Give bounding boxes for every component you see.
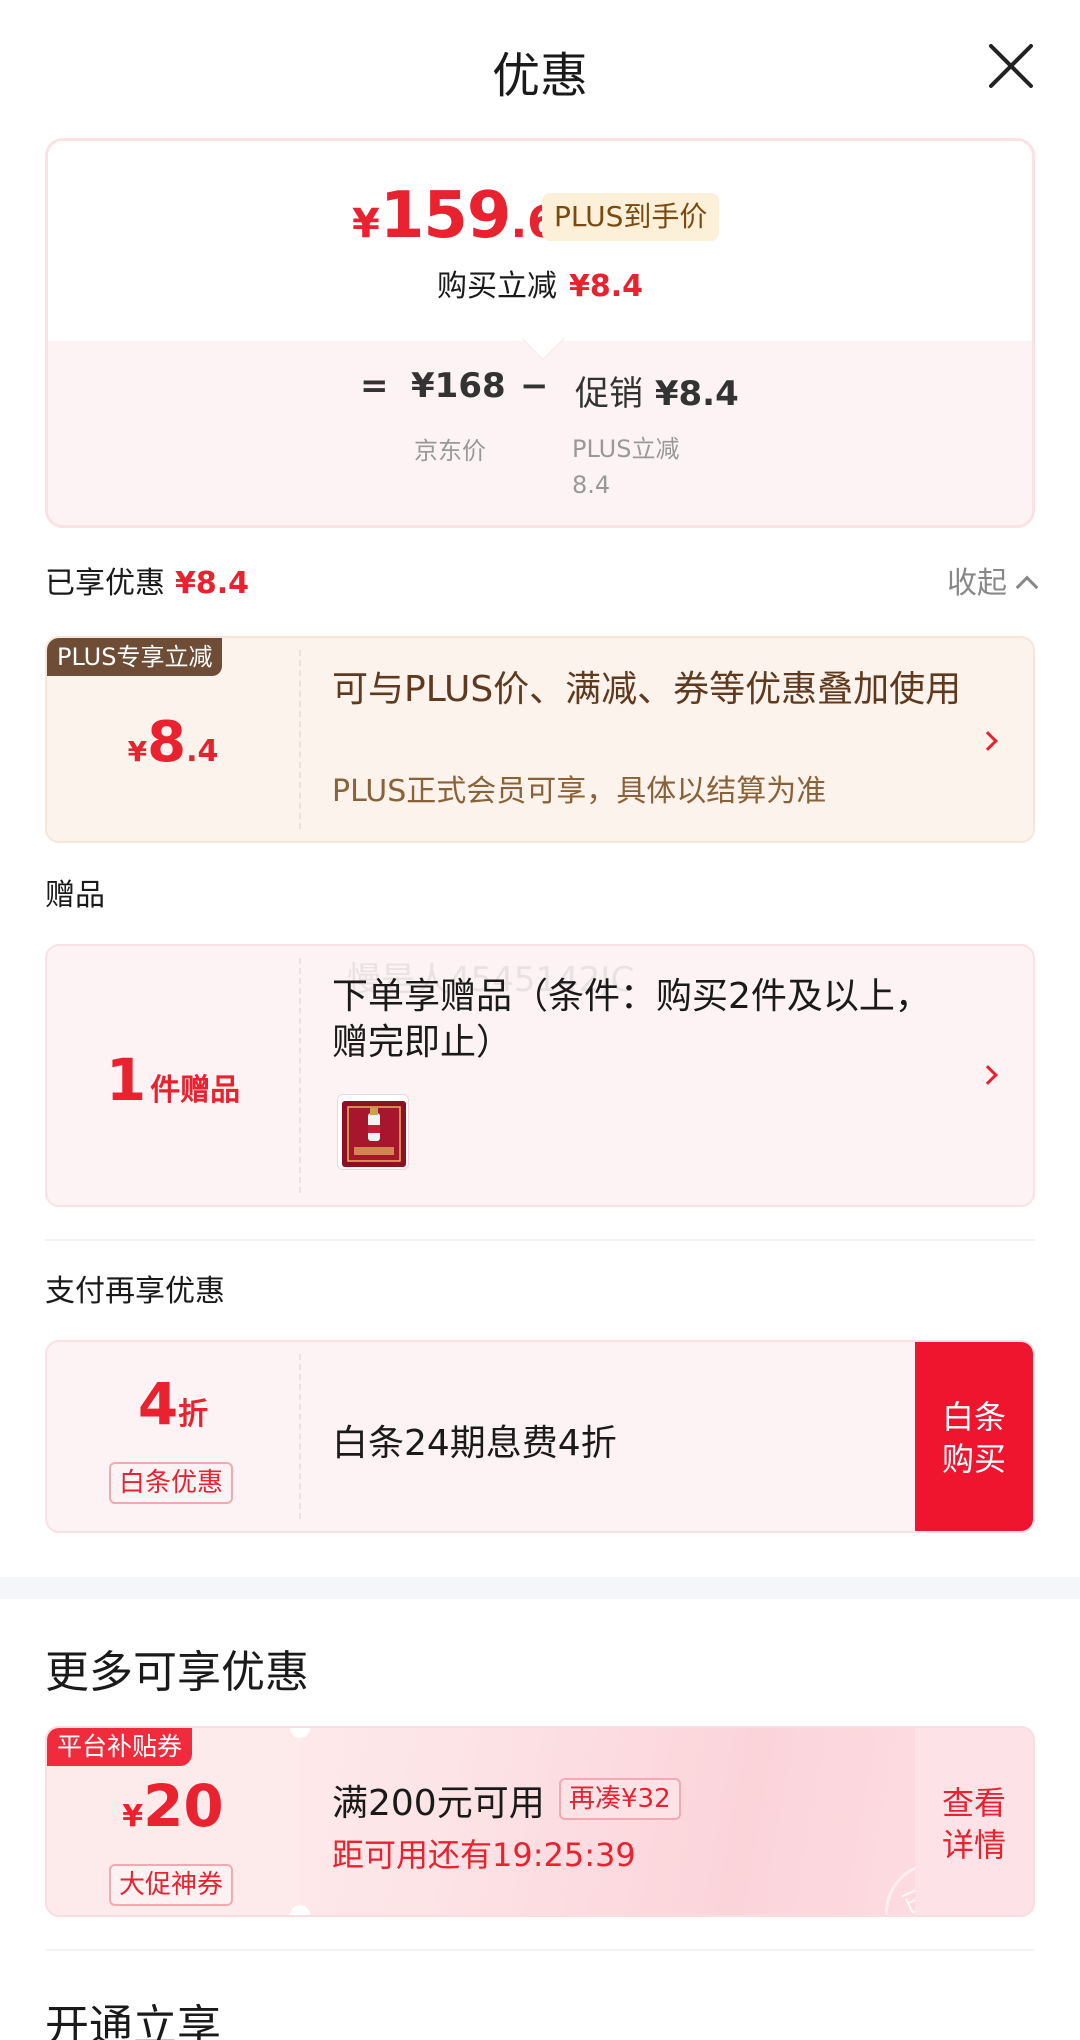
- enjoyed-amount: ¥8.4: [175, 566, 250, 601]
- final-price-integer: 159: [379, 179, 512, 253]
- platform-subsidy-coupon[interactable]: 平台补贴券 ¥20 大促神券 满200元可用 再凑¥32 距可用还有19:25:…: [45, 1726, 1035, 1917]
- section-separator-band: [0, 1577, 1080, 1599]
- final-price: ¥159.6: [352, 179, 558, 253]
- platform-amount-value: 20: [143, 1772, 224, 1840]
- baitiao-discount-number: 4: [137, 1370, 179, 1438]
- enjoyed-label-text: 已享优惠: [45, 566, 165, 601]
- platform-coupon-condition: 满200元可用: [332, 1783, 545, 1824]
- close-button[interactable]: [985, 40, 1037, 92]
- reduce-label: 购买立减: [436, 269, 557, 304]
- view-details-line2: 详情: [941, 1826, 1006, 1864]
- final-price-currency: ¥: [352, 201, 380, 247]
- promo-sub-value: 8.4: [572, 471, 611, 499]
- promo-sub-label: PLUS立减: [572, 435, 680, 463]
- open-membership-title: 开通立享: [45, 2001, 221, 2040]
- promo-sub-label-group: PLUS立减 8.4: [572, 431, 679, 503]
- chevron-right-icon: [978, 1065, 998, 1085]
- plus-discount-coupon[interactable]: PLUS专享立减 ¥8.4 可与PLUS价、满减、券等优惠叠加使用 PLUS正式…: [45, 636, 1035, 843]
- plus-discount-amount: ¥8.4: [47, 710, 299, 775]
- enjoyed-discounts-row: 已享优惠 ¥8.4 收起: [45, 558, 1039, 602]
- coupon-divider: [299, 958, 301, 1193]
- promo-label: 促销: [575, 374, 643, 414]
- plus-coupon-description: 可与PLUS价、满减、券等优惠叠加使用: [332, 669, 962, 710]
- promo-amount-group: 促销 ¥8.4: [575, 366, 739, 415]
- section-divider: [45, 1239, 1035, 1241]
- platform-coupon-countdown: 距可用还有19:25:39: [332, 1836, 636, 1874]
- more-discounts-title: 更多可享优惠: [45, 1647, 309, 1698]
- gift-description: 下单享赠品（条件：购买2件及以上，赠完即止）: [332, 976, 931, 1063]
- plus-amount-decimal: .4: [186, 734, 219, 769]
- gift-box-image: [342, 1101, 406, 1167]
- gift-count: 1 件赠品: [47, 1046, 299, 1114]
- coupon-divider: [299, 1354, 301, 1519]
- price-summary-card: ¥159.6 PLUS到手价 购买立减 ¥8.4 = ¥168 − 促销 ¥8.4…: [45, 138, 1035, 528]
- plus-amount-integer: 8: [147, 710, 187, 775]
- enjoyed-discounts-label: 已享优惠 ¥8.4: [45, 558, 249, 602]
- ticket-notch: [290, 1905, 310, 1915]
- pay-section-label: 支付再享优惠: [45, 1274, 225, 1309]
- sheet-title: 优惠: [491, 48, 588, 104]
- section-divider: [45, 1949, 1035, 1951]
- platform-coupon-amount: ¥20: [47, 1772, 299, 1840]
- platform-coupon-tag: 大促神券: [109, 1864, 234, 1906]
- view-details-line1: 查看: [941, 1784, 1006, 1822]
- platform-coupon-badge: 平台补贴券: [47, 1728, 193, 1766]
- view-details-button[interactable]: 查看 详情: [915, 1728, 1033, 1915]
- plus-badge: PLUS专享立减: [47, 638, 223, 676]
- gift-product-thumbnail[interactable]: [337, 1094, 409, 1170]
- baitiao-buy-line2: 购买: [941, 1440, 1006, 1478]
- price-calculation: = ¥168 − 促销 ¥8.4: [48, 366, 1032, 416]
- platform-coupon-extra-tag: 再凑¥32: [559, 1778, 681, 1820]
- reduce-amount: ¥8.4: [568, 269, 644, 304]
- collapse-button[interactable]: 收起: [947, 558, 1039, 602]
- promo-amount: ¥8.4: [654, 374, 739, 414]
- chevron-right-icon: [978, 731, 998, 751]
- platform-amount-currency: ¥: [122, 1799, 144, 1834]
- coupon-sheet: 优惠 ¥159.6 PLUS到手价 购买立减 ¥8.4 = ¥168 − 促销 ¥…: [0, 0, 1080, 2040]
- jd-price-label: 京东价: [414, 437, 486, 465]
- gift-count-number: 1: [105, 1046, 147, 1114]
- gift-coupon[interactable]: 慢是人4545142JC 1 件赠品 下单享赠品（条件：购买2件及以上，赠完即止）: [45, 944, 1035, 1207]
- baitiao-discount-unit: 折: [178, 1397, 209, 1432]
- plus-coupon-note: PLUS正式会员可享，具体以结算为准: [332, 774, 827, 809]
- gift-section-label: 赠品: [45, 878, 105, 913]
- minus-sign: −: [520, 366, 549, 406]
- collapse-label: 收起: [947, 566, 1007, 601]
- baitiao-discount: 4折: [47, 1370, 299, 1438]
- close-icon: [989, 44, 1033, 88]
- reduce-line: 购买立减 ¥8.4: [48, 261, 1032, 305]
- chevron-up-icon: [1015, 575, 1039, 599]
- gift-count-unit: 件赠品: [150, 1073, 241, 1108]
- baitiao-description: 白条24期息费4折: [332, 1423, 617, 1464]
- baitiao-tag: 白条优惠: [109, 1462, 234, 1504]
- equals-sign: =: [360, 366, 389, 406]
- baitiao-coupon[interactable]: 4折 白条优惠 白条24期息费4折 白条购买: [45, 1340, 1035, 1533]
- plus-price-tag: PLUS到手价: [542, 193, 720, 241]
- coupon-divider: [299, 650, 301, 829]
- sheet-header: 优惠: [0, 0, 1080, 136]
- baitiao-buy-line1: 白条: [941, 1398, 1006, 1436]
- plus-amount-currency: ¥: [127, 735, 148, 768]
- jd-price: ¥168: [411, 366, 506, 406]
- baitiao-buy-button[interactable]: 白条 购买: [915, 1342, 1033, 1531]
